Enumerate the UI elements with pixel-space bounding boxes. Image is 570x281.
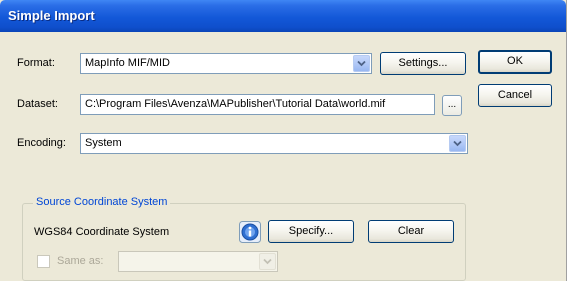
encoding-value: System <box>85 137 122 149</box>
settings-button[interactable]: Settings... <box>380 52 466 75</box>
window-title: Simple Import <box>8 8 95 23</box>
same-as-checkbox[interactable] <box>37 255 50 268</box>
source-coordinate-system-title: Source Coordinate System <box>33 196 171 208</box>
encoding-label: Encoding: <box>17 137 66 149</box>
chevron-down-icon[interactable] <box>449 135 466 152</box>
ok-button[interactable]: OK <box>478 50 552 74</box>
simple-import-dialog: Simple Import Format: MapInfo MIF/MID Se… <box>0 0 567 281</box>
chevron-down-icon[interactable] <box>353 55 370 72</box>
dataset-field[interactable]: C:\Program Files\Avenza\MAPublisher\Tuto… <box>80 94 435 115</box>
format-label: Format: <box>17 57 55 69</box>
browse-button-label: ... <box>447 99 457 110</box>
current-coordinate-system: WGS84 Coordinate System <box>34 226 170 238</box>
same-as-select[interactable] <box>118 251 278 272</box>
cancel-button-label: Cancel <box>497 89 533 101</box>
ok-button-label: OK <box>507 55 523 67</box>
dataset-value: C:\Program Files\Avenza\MAPublisher\Tuto… <box>85 98 386 110</box>
chevron-down-icon[interactable] <box>259 253 276 270</box>
specify-button[interactable]: Specify... <box>268 220 354 243</box>
format-value: MapInfo MIF/MID <box>85 57 170 69</box>
format-select[interactable]: MapInfo MIF/MID <box>80 53 372 74</box>
same-as-label: Same as: <box>57 255 104 267</box>
info-icon[interactable] <box>239 221 261 243</box>
encoding-select[interactable]: System <box>80 133 468 154</box>
browse-button[interactable]: ... <box>442 95 462 116</box>
settings-button-label: Settings... <box>398 57 448 69</box>
cancel-button[interactable]: Cancel <box>478 84 552 107</box>
clear-button-label: Clear <box>397 225 425 237</box>
clear-button[interactable]: Clear <box>368 220 454 243</box>
dataset-label: Dataset: <box>17 98 58 110</box>
title-bar[interactable]: Simple Import <box>0 0 566 32</box>
specify-button-label: Specify... <box>288 225 334 237</box>
